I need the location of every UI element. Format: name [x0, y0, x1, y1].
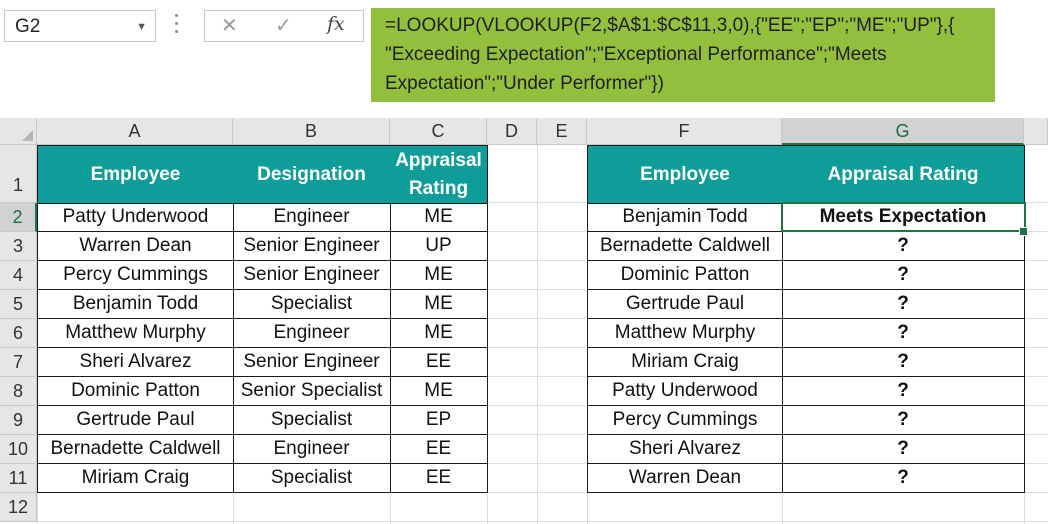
rating-result-cell[interactable]: ?: [782, 464, 1025, 493]
table1-cell[interactable]: EP: [390, 406, 488, 435]
table2-header-2[interactable]: Appraisal Rating: [782, 145, 1025, 204]
table1-cell[interactable]: Engineer: [233, 435, 391, 464]
row-header-2[interactable]: 2: [0, 203, 37, 232]
table1-header-1[interactable]: Employee: [37, 145, 234, 204]
row-header-10[interactable]: 10: [0, 435, 37, 464]
row-header-8[interactable]: 8: [0, 377, 37, 406]
rating-result-cell[interactable]: ?: [782, 232, 1025, 261]
table1-cell[interactable]: Gertrude Paul: [37, 406, 234, 435]
rating-result-cell[interactable]: ?: [782, 406, 1025, 435]
table2-employee-cell[interactable]: Miriam Craig: [587, 348, 783, 377]
table1-header-2[interactable]: Designation: [233, 145, 391, 204]
column-header-g[interactable]: G: [782, 118, 1024, 145]
insert-function-button[interactable]: fx: [327, 13, 345, 35]
column-header-e[interactable]: E: [537, 118, 587, 145]
formula-toolbar: G2 ▼ ✕ ✓ fx =LOOKUP(VLOOKUP(F2,$A$1:$C$1…: [0, 0, 1048, 118]
row-header-7[interactable]: 7: [0, 348, 37, 377]
row-header-1[interactable]: 1: [0, 145, 37, 203]
rating-result-cell[interactable]: ?: [782, 348, 1025, 377]
table1-cell[interactable]: Senior Engineer: [233, 348, 391, 377]
table1-cell[interactable]: EE: [390, 464, 488, 493]
table1-cell[interactable]: Senior Engineer: [233, 261, 391, 290]
table1-cell[interactable]: Specialist: [233, 406, 391, 435]
rating-result-cell[interactable]: ?: [782, 290, 1025, 319]
table1-cell[interactable]: ME: [390, 203, 488, 232]
table2-employee-cell[interactable]: Benjamin Todd: [587, 203, 783, 232]
table1-cell[interactable]: ME: [390, 261, 488, 290]
table2-employee-cell[interactable]: Gertrude Paul: [587, 290, 783, 319]
gridline-horizontal: [37, 521, 1048, 522]
row-header-4[interactable]: 4: [0, 261, 37, 290]
table1-cell[interactable]: Senior Engineer: [233, 232, 391, 261]
row-header-11[interactable]: 11: [0, 464, 37, 493]
column-header-d[interactable]: D: [487, 118, 537, 145]
table1-cell[interactable]: Bernadette Caldwell: [37, 435, 234, 464]
formula-text: =LOOKUP(VLOOKUP(F2,$A$1:$C$11,3,0),{"EE"…: [385, 15, 955, 94]
row-header-3[interactable]: 3: [0, 232, 37, 261]
column-header-a[interactable]: A: [37, 118, 233, 145]
table1-cell[interactable]: EE: [390, 348, 488, 377]
row-header-6[interactable]: 6: [0, 319, 37, 348]
chevron-down-icon[interactable]: ▼: [136, 21, 147, 33]
table1-cell[interactable]: Benjamin Todd: [37, 290, 234, 319]
table1-cell[interactable]: ME: [390, 377, 488, 406]
rating-result-cell[interactable]: ?: [782, 261, 1025, 290]
column-header-c[interactable]: C: [390, 118, 487, 145]
close-icon[interactable]: ✕: [221, 13, 238, 38]
rating-result-cell[interactable]: Meets Expectation: [782, 203, 1025, 232]
table2-employee-cell[interactable]: Matthew Murphy: [587, 319, 783, 348]
table1-cell[interactable]: EE: [390, 435, 488, 464]
table1-cell[interactable]: Sheri Alvarez: [37, 348, 234, 377]
table1-cell[interactable]: Dominic Patton: [37, 377, 234, 406]
table1-cell[interactable]: UP: [390, 232, 488, 261]
table2-header-1[interactable]: Employee: [587, 145, 783, 204]
table2-employee-cell[interactable]: Warren Dean: [587, 464, 783, 493]
table2-employee-cell[interactable]: Percy Cummings: [587, 406, 783, 435]
table1-cell[interactable]: Engineer: [233, 203, 391, 232]
table1-cell[interactable]: ME: [390, 319, 488, 348]
row-header-5[interactable]: 5: [0, 290, 37, 319]
column-header-f[interactable]: F: [587, 118, 782, 145]
table1-cell[interactable]: Patty Underwood: [37, 203, 234, 232]
table1-cell[interactable]: Warren Dean: [37, 232, 234, 261]
formula-input[interactable]: =LOOKUP(VLOOKUP(F2,$A$1:$C$11,3,0),{"EE"…: [371, 8, 995, 102]
table2-employee-cell[interactable]: Sheri Alvarez: [587, 435, 783, 464]
formula-bar-blank: [995, 8, 1048, 102]
table1-cell[interactable]: ME: [390, 290, 488, 319]
column-header-overflow: [1024, 118, 1048, 145]
table2-employee-cell[interactable]: Bernadette Caldwell: [587, 232, 783, 261]
table1-cell[interactable]: Miriam Craig: [37, 464, 234, 493]
table1-cell[interactable]: Specialist: [233, 290, 391, 319]
table1-cell[interactable]: Percy Cummings: [37, 261, 234, 290]
select-all-corner[interactable]: [0, 118, 37, 145]
rating-result-cell[interactable]: ?: [782, 319, 1025, 348]
name-box-value: G2: [15, 16, 41, 37]
column-header-b[interactable]: B: [233, 118, 390, 145]
fill-handle[interactable]: [1019, 227, 1028, 236]
row-header-9[interactable]: 9: [0, 406, 37, 435]
formula-tools: ✕ ✓ fx: [204, 10, 364, 42]
name-box[interactable]: G2 ▼: [4, 10, 156, 42]
table1-cell[interactable]: Matthew Murphy: [37, 319, 234, 348]
table2-employee-cell[interactable]: Patty Underwood: [587, 377, 783, 406]
check-icon[interactable]: ✓: [275, 13, 292, 38]
rating-result-cell[interactable]: ?: [782, 435, 1025, 464]
table1-cell[interactable]: Specialist: [233, 464, 391, 493]
drag-handle-icon[interactable]: [174, 14, 180, 38]
table1-cell[interactable]: Engineer: [233, 319, 391, 348]
rating-result-cell[interactable]: ?: [782, 377, 1025, 406]
spreadsheet-window: G2 ▼ ✕ ✓ fx =LOOKUP(VLOOKUP(F2,$A$1:$C$1…: [0, 0, 1048, 524]
table1-cell[interactable]: Senior Specialist: [233, 377, 391, 406]
row-header-12[interactable]: 12: [0, 493, 37, 522]
table2-employee-cell[interactable]: Dominic Patton: [587, 261, 783, 290]
table1-header-3[interactable]: Appraisal Rating: [390, 145, 488, 204]
sheet-grid[interactable]: A B C D E F G 1 2 3 4 5 6 7 8 9 10 11 12 Employee Designatio…: [0, 118, 1048, 524]
